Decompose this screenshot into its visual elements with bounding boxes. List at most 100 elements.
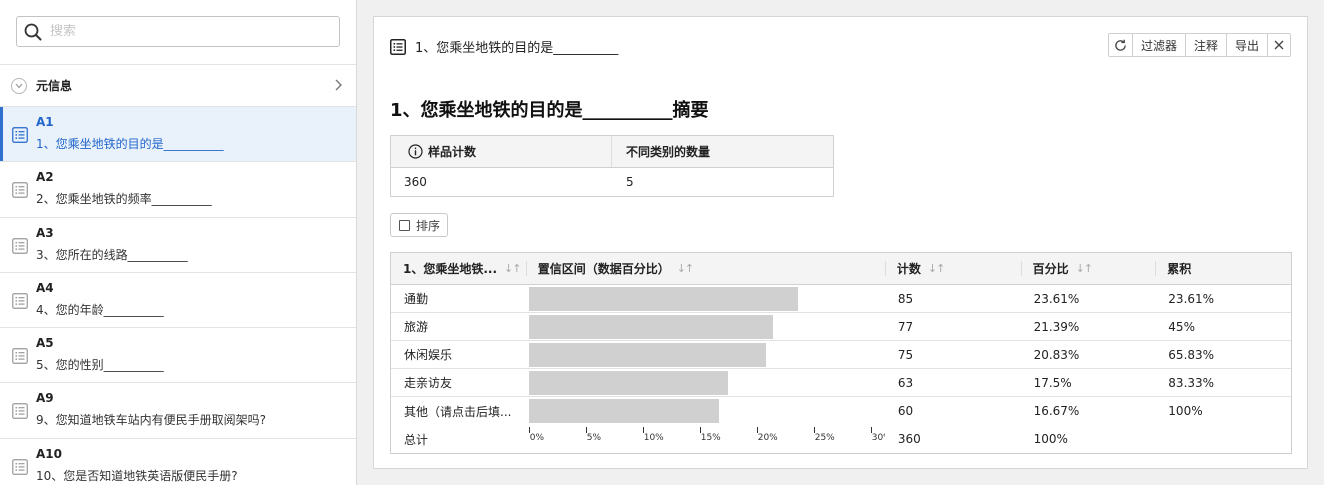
question-code: A4: [36, 280, 54, 295]
frequency-row: 通勤 85 23.61% 23.61%: [391, 285, 1291, 313]
question-text: 4、您的年龄__________: [36, 302, 164, 317]
sort-icon[interactable]: ↓↑: [1076, 262, 1093, 275]
search-box[interactable]: [16, 16, 340, 47]
frequency-row: 走亲访友 63 17.5% 83.33%: [391, 369, 1291, 397]
question-item[interactable]: A3 3、您所在的线路__________: [0, 218, 356, 273]
frequency-rows: 通勤 85 23.61% 23.61% 旅游 77 21.39% 45% 休闲娱乐 75 20.83…: [391, 285, 1291, 425]
percent-value: 17.5%: [1033, 375, 1072, 390]
question-code: A5: [36, 336, 54, 351]
question-text: 3、您所在的线路__________: [36, 247, 188, 262]
total-cumulative: [1155, 425, 1291, 453]
question-list-icon: [12, 348, 28, 367]
percent-bar: [528, 286, 798, 311]
question-item[interactable]: A9 9、您知道地铁车站内有便民手册取阅架吗?: [0, 383, 356, 439]
question-code: A9: [36, 391, 54, 406]
question-list-icon: [12, 403, 28, 422]
percent-value: 23.61%: [1033, 291, 1080, 306]
info-icon[interactable]: [408, 144, 423, 159]
question-item[interactable]: A2 2、您乘坐地铁的频率__________: [0, 162, 356, 218]
chevron-right-icon: [335, 79, 342, 91]
sidebar: 元信息 A1 1、您乘坐地铁的目的是__________ A2 2、您乘坐地铁的频率_…: [0, 0, 357, 485]
col-header-count[interactable]: 计数 ↓↑: [884, 253, 1021, 284]
search-input[interactable]: [50, 24, 320, 39]
sort-icon[interactable]: ↓↑: [928, 262, 945, 275]
col-header-option[interactable]: 1、您乘坐地铁... ↓↑: [391, 253, 526, 284]
sample-count-value: 360: [404, 175, 427, 189]
results-panel: 1、您乘坐地铁的目的是__________ 过滤器 注释 导出 1、您乘坐地铁的…: [373, 16, 1308, 469]
question-code: A3: [36, 225, 54, 240]
question-item[interactable]: A1 1、您乘坐地铁的目的是__________: [0, 107, 356, 163]
option-label: 走亲访友: [404, 376, 453, 390]
sort-label: 排序: [416, 218, 441, 233]
search-area: [0, 0, 356, 65]
question-list-icon: [12, 182, 28, 201]
meta-info-row[interactable]: 元信息: [0, 65, 356, 107]
bar-cell: [526, 285, 885, 312]
sort-icon[interactable]: ↓↑: [504, 262, 521, 275]
panel-title: 1、您乘坐地铁的目的是__________: [415, 41, 619, 56]
category-count-header: 不同类别的数量: [626, 145, 711, 159]
sort-icon[interactable]: ↓↑: [677, 262, 694, 275]
total-percent: 100%: [1033, 432, 1068, 446]
col-header-percent[interactable]: 百分比 ↓↑: [1020, 253, 1156, 284]
close-icon: [1274, 40, 1284, 50]
question-list: A1 1、您乘坐地铁的目的是__________ A2 2、您乘坐地铁的频率_____…: [0, 107, 356, 485]
question-text: 9、您知道地铁车站内有便民手册取阅架吗?: [36, 413, 267, 428]
question-text: 2、您乘坐地铁的频率__________: [36, 192, 212, 207]
category-count-value: 5: [626, 175, 634, 189]
percent-axis: 0% 5% 10% 15% 20% 25% 30%: [528, 425, 885, 453]
percent-bar: [528, 399, 719, 423]
sort-toggle[interactable]: 排序: [390, 213, 448, 237]
frequency-row: 其他（请点击后填... 60 16.67% 100%: [391, 397, 1291, 425]
question-code: A1: [36, 115, 54, 129]
question-text: 1、您乘坐地铁的目的是__________: [36, 137, 224, 151]
count-value: 85: [897, 291, 914, 306]
question-item[interactable]: A10 10、您是否知道地铁英语版便民手册?: [0, 439, 356, 485]
bar-cell: [526, 313, 885, 340]
close-button[interactable]: [1268, 34, 1290, 56]
export-button[interactable]: 导出: [1227, 34, 1268, 56]
bar-cell: [526, 397, 885, 425]
stats-table: 样品计数 不同类别的数量 360 5: [390, 135, 834, 197]
list-icon: [390, 38, 406, 55]
col-header-confidence[interactable]: 置信区间（数据百分比） ↓↑: [525, 253, 885, 284]
question-item[interactable]: A4 4、您的年龄__________: [0, 273, 356, 329]
option-label: 旅游: [404, 320, 429, 334]
refresh-button[interactable]: [1109, 34, 1133, 56]
frequency-row: 旅游 77 21.39% 45%: [391, 313, 1291, 341]
stats-header: 样品计数 不同类别的数量: [391, 136, 833, 168]
bar-cell: [526, 369, 885, 396]
summary-title: 1、您乘坐地铁的目的是__________摘要: [390, 100, 709, 121]
percent-bar: [528, 314, 773, 339]
total-count: 360: [897, 432, 921, 446]
total-row: 总计 0% 5% 10% 15% 20% 25% 30% 360 100%: [391, 425, 1291, 453]
option-label: 通勤: [404, 292, 429, 306]
question-code: A10: [36, 446, 62, 461]
percent-bar: [528, 370, 728, 395]
search-icon: [24, 23, 42, 40]
question-text: 5、您的性别__________: [36, 358, 164, 373]
total-label: 总计: [404, 432, 429, 447]
cumulative-value: 23.61%: [1168, 291, 1215, 306]
percent-value: 16.67%: [1033, 404, 1080, 418]
filter-button[interactable]: 过滤器: [1133, 34, 1186, 56]
percent-value: 20.83%: [1033, 347, 1080, 362]
col-header-cumulative: 累积: [1155, 253, 1291, 284]
cumulative-value: 45%: [1168, 319, 1195, 334]
refresh-icon: [1115, 39, 1126, 51]
count-value: 63: [897, 375, 914, 390]
bar-cell: [526, 341, 885, 368]
axis-tick-label: 30%: [871, 433, 885, 443]
question-list-icon: [12, 293, 28, 312]
option-label: 其他（请点击后填...: [404, 404, 512, 419]
axis-cell: 0% 5% 10% 15% 20% 25% 30%: [526, 425, 885, 453]
sort-checkbox[interactable]: [399, 219, 410, 231]
cumulative-value: 100%: [1168, 404, 1203, 418]
question-list-icon: [12, 127, 28, 146]
question-item[interactable]: A5 5、您的性别__________: [0, 328, 356, 384]
axis-tick-label: 20%: [757, 433, 778, 443]
panel-toolbar: 过滤器 注释 导出: [1107, 33, 1291, 57]
cumulative-value: 83.33%: [1168, 375, 1215, 390]
annotate-button[interactable]: 注释: [1186, 34, 1227, 56]
question-list-icon: [12, 458, 28, 478]
